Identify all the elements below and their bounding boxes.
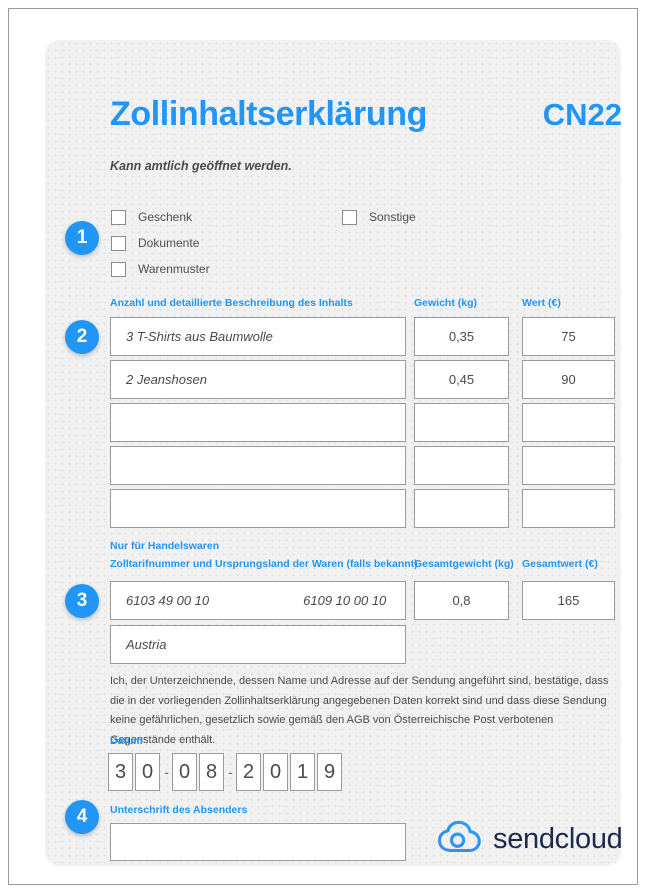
date-label: Datum <box>110 735 143 747</box>
date-digit-y1[interactable]: 2 <box>236 753 261 791</box>
item-weight-input-4[interactable] <box>414 446 509 485</box>
checkbox-label-geschenk: Geschenk <box>138 210 193 224</box>
cn22-form-card: Zollinhaltserklärung CN22 Kann amtlich g… <box>45 40 623 866</box>
date-digit-y4[interactable]: 9 <box>317 753 342 791</box>
checkbox-row-geschenk[interactable]: Geschenk <box>111 204 531 230</box>
date-digit-m2[interactable]: 8 <box>199 753 224 791</box>
declaration-text: Ich, der Unterzeichnende, dessen Name un… <box>110 675 609 746</box>
step-badge-1: 1 <box>65 221 99 255</box>
date-digit-y2[interactable]: 0 <box>263 753 288 791</box>
date-digit-m1[interactable]: 0 <box>172 753 197 791</box>
tariff-number-value-2: 6109 10 00 10 <box>303 593 387 608</box>
total-weight-value: 0,8 <box>452 593 471 608</box>
item-value-input-3[interactable] <box>522 403 615 442</box>
signature-input[interactable] <box>110 823 406 861</box>
date-digit-d2[interactable]: 0 <box>135 753 160 791</box>
column-header-description: Anzahl und detaillierte Beschreibung des… <box>110 297 353 309</box>
total-value-input[interactable]: 165 <box>522 581 615 620</box>
item-description-input-5[interactable] <box>110 489 406 528</box>
date-input-group[interactable]: 3 0 - 0 8 - 2 0 1 9 <box>108 753 344 791</box>
checkbox-label-dokumente: Dokumente <box>138 236 200 250</box>
checkbox-row-dokumente[interactable]: Dokumente <box>111 230 531 256</box>
checkbox-sonstige[interactable] <box>342 209 357 225</box>
page-title: Zollinhaltserklärung <box>110 95 427 133</box>
item-description-input-3[interactable] <box>110 403 406 442</box>
item-weight-value-1: 0,35 <box>448 329 475 344</box>
column-header-total-weight: Gesamtgewicht (kg) <box>414 558 514 570</box>
item-description-value-1: 3 T-Shirts aus Baumwolle <box>126 329 273 344</box>
date-separator-1: - <box>164 764 169 780</box>
item-value-input-5[interactable] <box>522 489 615 528</box>
item-value-value-2: 90 <box>561 372 576 387</box>
country-of-origin-input[interactable]: Austria <box>110 625 406 664</box>
item-weight-input-3[interactable] <box>414 403 509 442</box>
date-digit-d1[interactable]: 3 <box>108 753 133 791</box>
sendcloud-logo: sendcloud <box>437 820 623 858</box>
step-badge-4: 4 <box>65 800 99 834</box>
date-digit-y3[interactable]: 1 <box>290 753 315 791</box>
content-type-checkbox-group: Geschenk Dokumente Warenmuster Sonstige <box>111 204 531 282</box>
item-weight-input-1[interactable]: 0,35 <box>414 317 509 356</box>
commercial-section-label: Nur für Handelswaren <box>110 540 220 552</box>
step-badge-3: 3 <box>65 584 99 618</box>
item-description-input-1[interactable]: 3 T-Shirts aus Baumwolle <box>110 317 406 356</box>
item-weight-input-5[interactable] <box>414 489 509 528</box>
date-separator-2: - <box>228 764 233 780</box>
cloud-icon <box>437 820 482 858</box>
sendcloud-wordmark: sendcloud <box>493 822 623 855</box>
total-weight-input[interactable]: 0,8 <box>414 581 509 620</box>
country-of-origin-value: Austria <box>126 637 167 652</box>
item-value-value-1: 75 <box>561 329 576 344</box>
item-weight-value-2: 0,45 <box>448 372 475 387</box>
step-badge-2: 2 <box>65 320 99 354</box>
signature-label: Unterschrift des Absenders <box>110 804 248 816</box>
checkbox-label-sonstige: Sonstige <box>369 210 416 224</box>
page-frame: Zollinhaltserklärung CN22 Kann amtlich g… <box>8 8 638 885</box>
total-value-value: 165 <box>557 593 580 608</box>
form-code: CN22 <box>542 97 622 132</box>
item-description-input-4[interactable] <box>110 446 406 485</box>
column-header-total-value: Gesamtwert (€) <box>522 558 598 570</box>
column-header-value: Wert (€) <box>522 297 561 309</box>
checkbox-geschenk[interactable] <box>111 209 126 225</box>
checkbox-label-warenmuster: Warenmuster <box>138 262 210 276</box>
item-value-input-2[interactable]: 90 <box>522 360 615 399</box>
item-description-input-2[interactable]: 2 Jeanshosen <box>110 360 406 399</box>
item-weight-input-2[interactable]: 0,45 <box>414 360 509 399</box>
column-header-tariff: Zolltarifnummer und Ursprungsland der Wa… <box>110 558 418 570</box>
checkbox-warenmuster[interactable] <box>111 261 126 277</box>
checkbox-row-sonstige[interactable]: Sonstige <box>342 204 416 230</box>
item-value-input-4[interactable] <box>522 446 615 485</box>
item-description-value-2: 2 Jeanshosen <box>126 372 207 387</box>
form-header: Zollinhaltserklärung CN22 <box>110 97 630 133</box>
checkbox-dokumente[interactable] <box>111 235 126 251</box>
tariff-number-input[interactable]: 6103 49 00 10 6109 10 00 10 <box>110 581 406 620</box>
column-header-weight: Gewicht (kg) <box>414 297 478 309</box>
item-value-input-1[interactable]: 75 <box>522 317 615 356</box>
tariff-number-value-1: 6103 49 00 10 <box>126 593 210 608</box>
form-subtitle: Kann amtlich geöffnet werden. <box>110 159 292 173</box>
checkbox-row-warenmuster[interactable]: Warenmuster <box>111 256 531 282</box>
